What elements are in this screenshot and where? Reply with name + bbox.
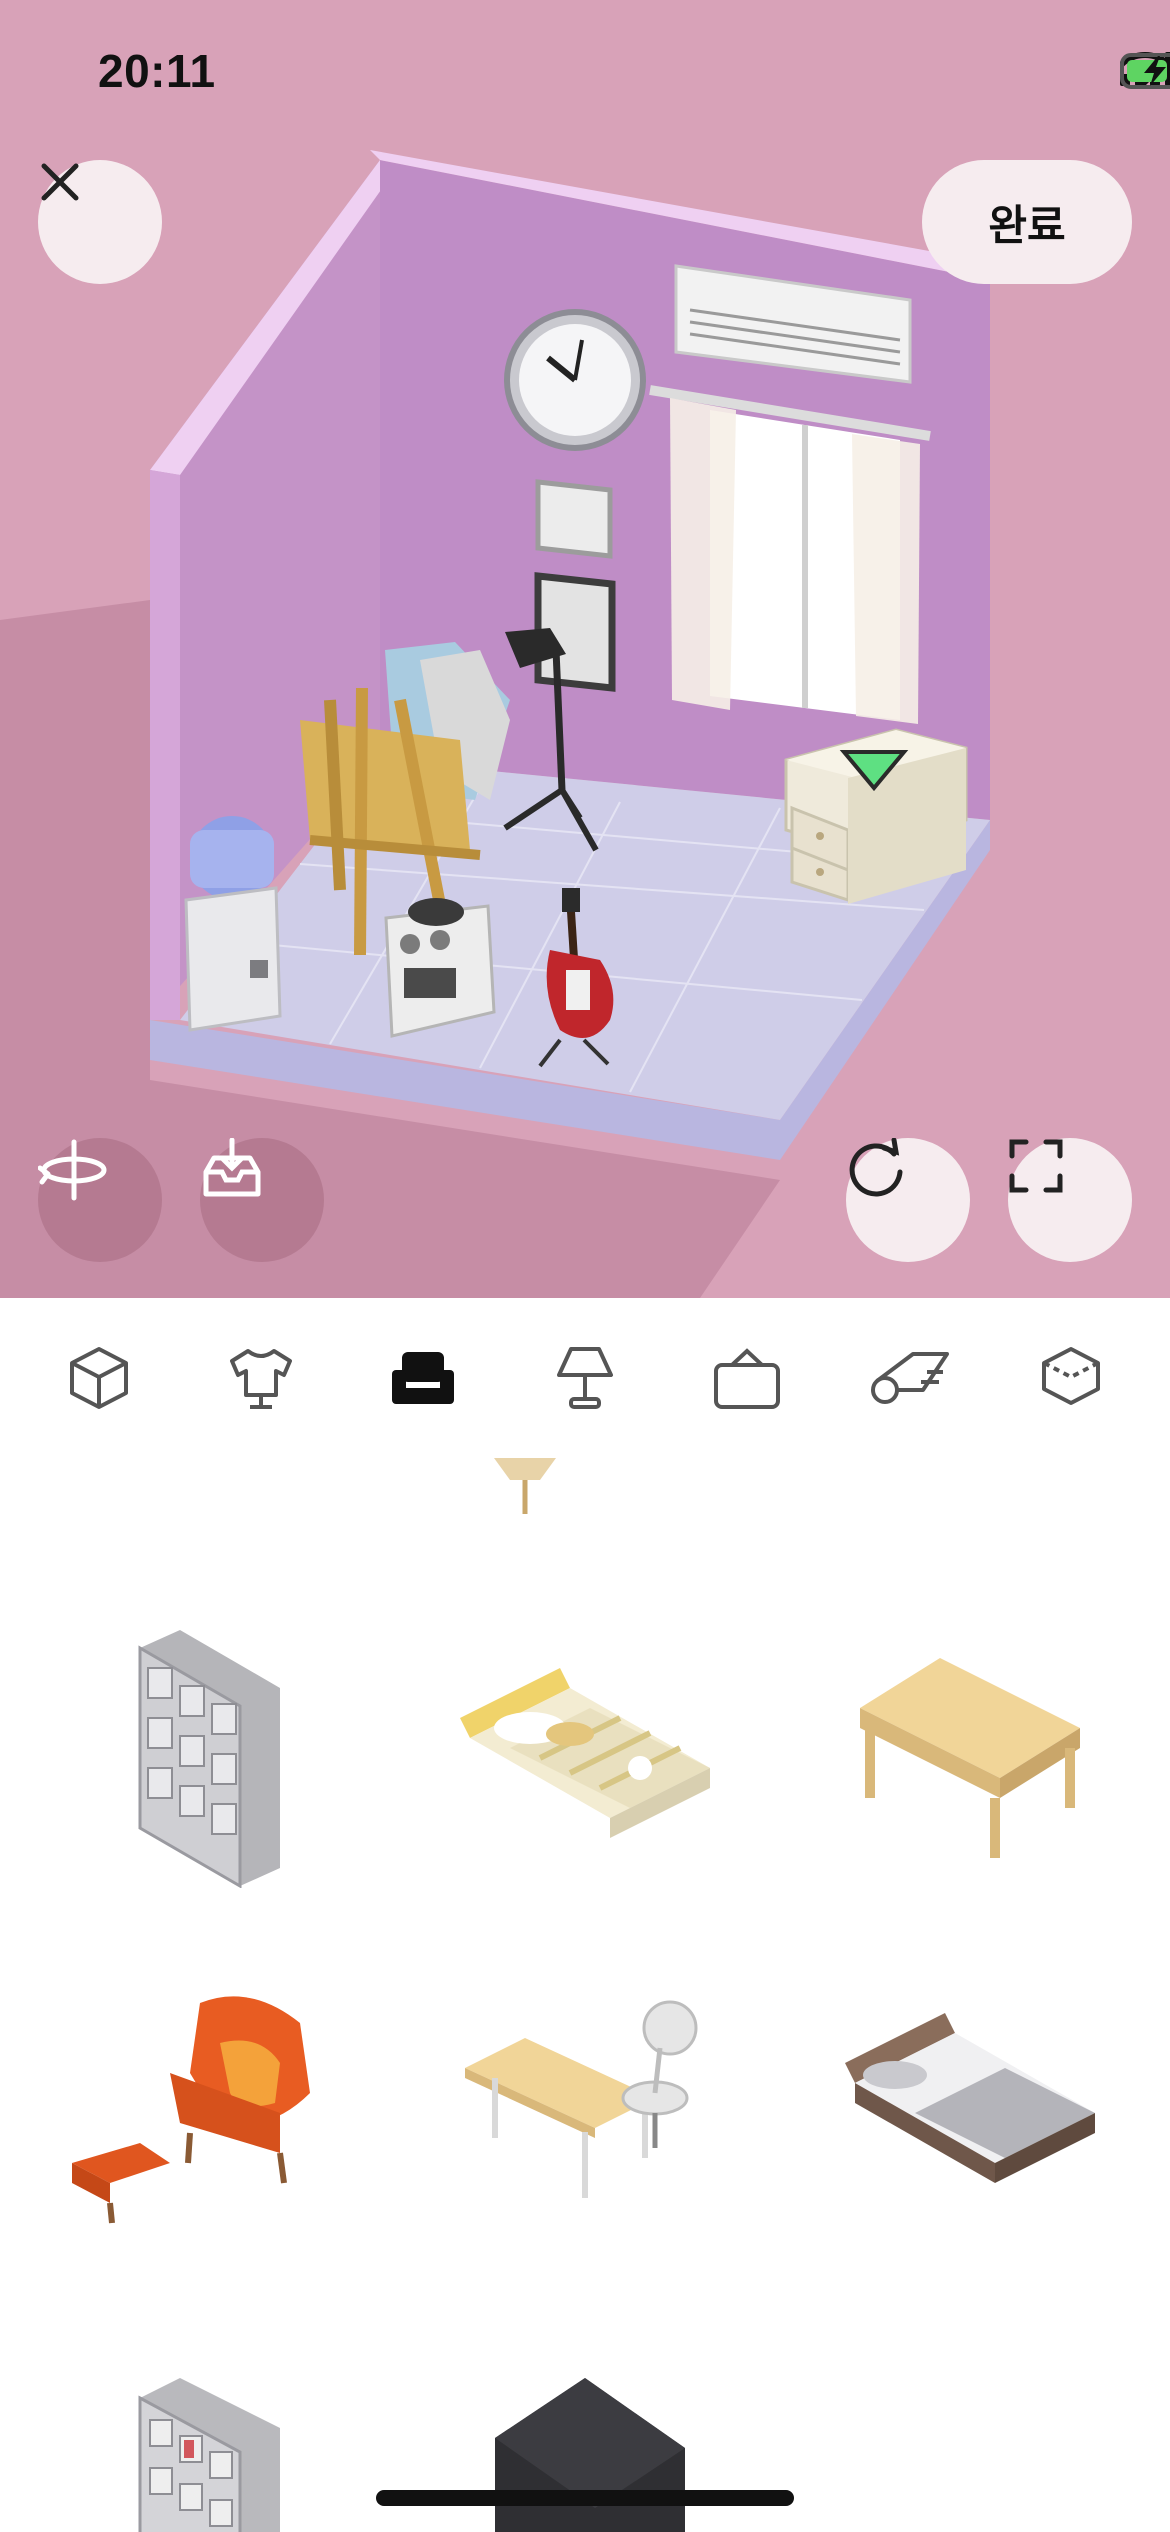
close-icon <box>41 163 79 201</box>
partial-item-icon[interactable] <box>490 1458 560 1518</box>
home-indicator[interactable] <box>376 2490 794 2506</box>
tab-floor[interactable] <box>849 1318 969 1438</box>
open-shelf-icon <box>138 2378 280 2532</box>
item-grid <box>0 1458 1170 2532</box>
shirt-icon <box>230 1349 292 1409</box>
desk-chair-icon <box>465 2000 698 2198</box>
item-desk-chair[interactable] <box>415 1963 755 2263</box>
tab-wallpaper[interactable] <box>1011 1318 1131 1438</box>
item-wood-table[interactable] <box>800 1608 1140 1908</box>
refresh-icon <box>849 1138 903 1197</box>
tab-lighting[interactable] <box>525 1318 645 1438</box>
item-orange-armchair[interactable] <box>40 1963 380 2263</box>
filing-cabinet-icon <box>138 1630 280 1888</box>
frame-icon <box>714 1348 780 1409</box>
tab-room[interactable] <box>39 1318 159 1438</box>
lamp-icon <box>557 1347 613 1409</box>
wallpaper-icon <box>1042 1347 1100 1405</box>
close-button[interactable] <box>38 160 162 284</box>
orange-armchair-icon <box>72 1996 310 2224</box>
tab-clothes[interactable] <box>201 1318 321 1438</box>
rotate-360-icon <box>38 1139 107 1201</box>
fullscreen-icon <box>1009 1139 1063 1193</box>
grey-bed-icon <box>845 2013 1095 2183</box>
reset-button[interactable] <box>846 1138 970 1262</box>
item-open-shelf[interactable] <box>40 2318 380 2532</box>
item-filing-cabinet[interactable] <box>40 1608 380 1908</box>
room-scene[interactable]: 20:11 완료 <box>0 0 1170 1298</box>
battery-charging-icon <box>1120 53 1170 89</box>
category-tabs <box>0 1298 1170 1458</box>
storage-tray-icon <box>203 1138 261 1197</box>
rotate-view-button[interactable] <box>38 1138 162 1262</box>
rug-roll-icon <box>871 1352 949 1404</box>
room-editor-screen: 20:11 완료 <box>0 0 1170 2532</box>
tab-wall-decor[interactable] <box>687 1318 807 1438</box>
fullscreen-button[interactable] <box>1008 1138 1132 1262</box>
done-button[interactable]: 완료 <box>922 160 1132 284</box>
item-grey-bed[interactable] <box>800 1963 1140 2263</box>
wood-table-icon <box>860 1658 1080 1858</box>
item-yellow-bed[interactable] <box>415 1608 755 1908</box>
storage-button[interactable] <box>200 1138 324 1262</box>
status-time: 20:11 <box>98 45 216 97</box>
armchair-icon <box>392 1352 454 1404</box>
cube-icon <box>70 1347 128 1409</box>
tab-furniture[interactable] <box>363 1318 483 1438</box>
yellow-bed-icon <box>460 1668 710 1838</box>
